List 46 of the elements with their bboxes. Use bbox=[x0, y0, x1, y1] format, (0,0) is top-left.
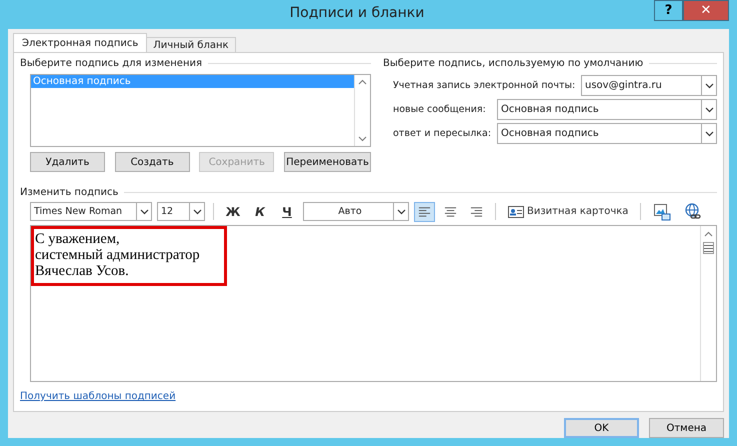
action-button[interactable]: Переименовать bbox=[284, 152, 371, 172]
tab[interactable]: Электронная подпись bbox=[13, 33, 148, 52]
contact-card-icon bbox=[508, 206, 524, 218]
chevron-down-icon bbox=[704, 82, 714, 88]
field-label: Учетная запись электронной почты: bbox=[393, 80, 576, 91]
section-title: Выберите подпись, используемую по умолчанию bbox=[383, 58, 644, 68]
action-button[interactable]: Создать bbox=[114, 152, 190, 172]
cancel-button[interactable]: Отмена bbox=[649, 418, 724, 438]
scrollbar[interactable] bbox=[700, 226, 716, 381]
size-dropdown[interactable]: 12 bbox=[157, 202, 205, 221]
color-dropdown[interactable]: Авто bbox=[303, 202, 409, 221]
bold-button[interactable]: Ж bbox=[222, 202, 244, 222]
globe-link-icon bbox=[684, 202, 702, 220]
align-left-button[interactable] bbox=[414, 202, 435, 222]
ok-button[interactable]: OK bbox=[564, 418, 639, 438]
signature-line: С уважением, bbox=[35, 231, 121, 247]
signature-line: Вячеслав Усов. bbox=[35, 263, 130, 279]
section-title: Изменить подпись bbox=[20, 186, 118, 198]
underline-button[interactable]: Ч bbox=[276, 202, 298, 222]
field-label: ответ и пересылка: bbox=[393, 128, 492, 139]
help-button[interactable]: ? bbox=[654, 0, 683, 21]
image-icon bbox=[653, 202, 672, 220]
font-dropdown[interactable]: Times New Roman bbox=[30, 202, 152, 221]
chevron-down-icon bbox=[192, 208, 202, 214]
chevron-down-icon bbox=[704, 106, 714, 112]
section-title: Выберите подпись для изменения bbox=[20, 58, 202, 68]
scroll-up-icon bbox=[358, 79, 367, 85]
scroll-thumb[interactable] bbox=[703, 242, 714, 254]
dropdown[interactable]: Основная подпись bbox=[497, 123, 717, 144]
tab[interactable]: Личный бланк bbox=[146, 37, 236, 52]
dropdown[interactable]: Основная подпись bbox=[497, 99, 717, 120]
italic-button[interactable]: К bbox=[249, 202, 271, 222]
field-label: новые сообщения: bbox=[393, 104, 487, 115]
chevron-down-icon bbox=[704, 130, 714, 136]
templates-link[interactable]: Получить шаблоны подписей bbox=[20, 391, 176, 402]
signature-line: системный администратор bbox=[35, 247, 200, 263]
scroll-up-icon bbox=[704, 231, 713, 237]
scroll-down-icon bbox=[358, 136, 367, 142]
close-button[interactable]: ✕ bbox=[683, 0, 729, 21]
chevron-down-icon bbox=[396, 208, 406, 214]
window-title: Подписи и бланки bbox=[288, 4, 426, 23]
business-card-button[interactable]: Визитная карточка bbox=[504, 202, 632, 222]
signature-editor[interactable]: С уважением, системный администратор Вячеслав Усов. bbox=[30, 225, 717, 382]
dropdown[interactable]: usov@gintra.ru bbox=[581, 75, 717, 96]
action-button[interactable]: Удалить bbox=[30, 152, 105, 172]
chevron-down-icon bbox=[140, 208, 148, 214]
